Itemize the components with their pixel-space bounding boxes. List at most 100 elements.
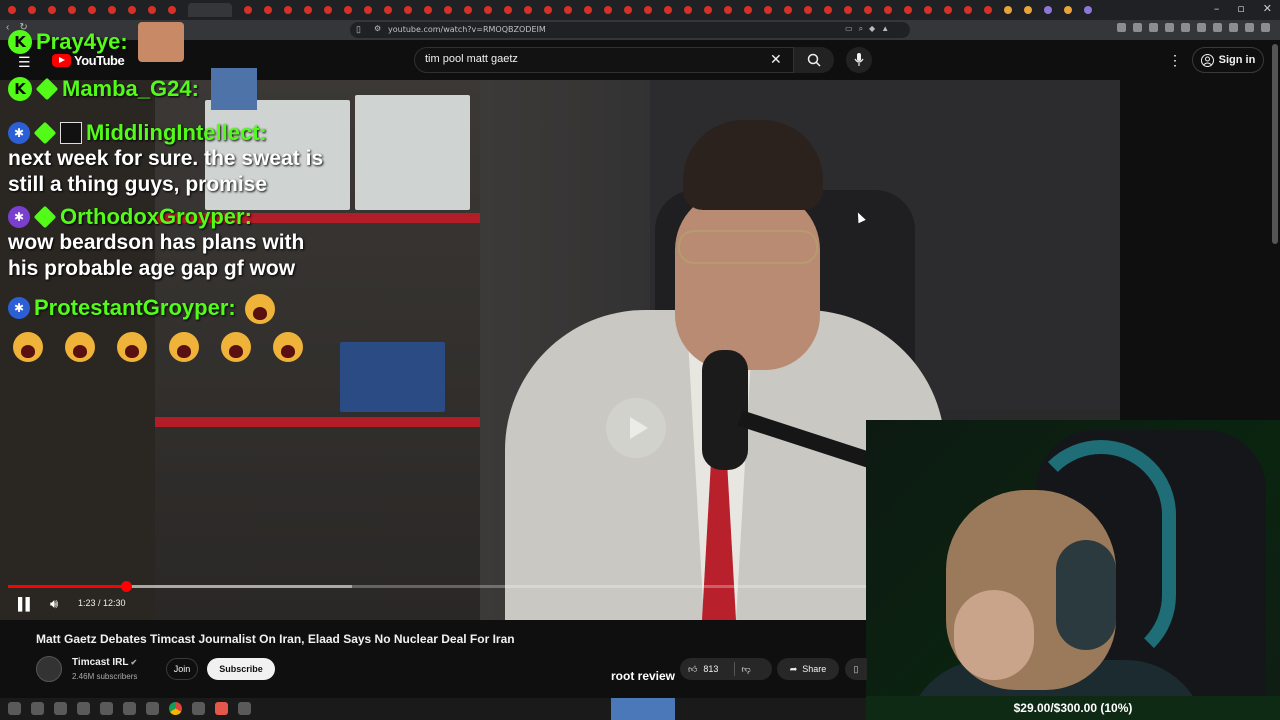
extension-icon[interactable] [1229,23,1238,32]
file-explorer-icon[interactable] [77,702,90,715]
browser-tab[interactable] [168,6,176,14]
browser-tab[interactable] [444,6,452,14]
browser-tab[interactable] [304,6,312,14]
join-button[interactable]: Join [166,658,198,680]
save-icon[interactable]: ▯ [845,658,867,680]
extension-icon[interactable] [1245,23,1254,32]
extension-icon[interactable] [1165,23,1174,32]
channel-name-row[interactable]: Timcast IRL ✔ [72,657,137,668]
browser-tab[interactable] [148,6,156,14]
minimize-button[interactable]: – [1214,2,1220,15]
browser-tab[interactable] [28,6,36,14]
browser-tab[interactable] [364,6,372,14]
browser-tab[interactable] [404,6,412,14]
browser-tab[interactable] [604,6,612,14]
channel-avatar[interactable] [36,656,62,682]
extension-icon[interactable] [1197,23,1206,32]
browser-tab[interactable] [944,6,952,14]
speaker-icon[interactable] [238,702,251,715]
browser-tab[interactable] [784,6,792,14]
browser-tab[interactable] [8,6,16,14]
browser-tab[interactable] [964,6,972,14]
browser-tab[interactable] [484,6,492,14]
like-count[interactable]: 813 [703,664,718,674]
page-scrollbar[interactable] [1272,44,1278,244]
browser-tab[interactable] [1024,6,1032,14]
browser-tab[interactable] [644,6,652,14]
browser-tab[interactable] [48,6,56,14]
zoom-icon[interactable]: ⌕ [859,24,863,34]
browser-tab[interactable] [544,6,552,14]
voice-search-button[interactable] [846,47,872,73]
browser-tab[interactable] [984,6,992,14]
more-options-icon[interactable]: ⋮ [1168,52,1182,69]
browser-tab[interactable] [1044,6,1052,14]
search-query[interactable]: tim pool matt gaetz [425,53,518,65]
browser-tab[interactable] [244,6,252,14]
browser-tab[interactable] [844,6,852,14]
search-icon[interactable] [31,702,44,715]
browser-tab[interactable] [384,6,392,14]
task-view-icon[interactable] [54,702,67,715]
browser-tab[interactable] [624,6,632,14]
app-icon[interactable] [100,702,113,715]
share-button[interactable]: ➦ Share [777,658,839,680]
extension-icon[interactable] [1261,23,1270,32]
browser-tab[interactable] [344,6,352,14]
browser-tab[interactable] [904,6,912,14]
sign-in-button[interactable]: Sign in [1192,47,1264,73]
windows-start-icon[interactable] [8,702,21,715]
browser-tab[interactable] [564,6,572,14]
extension-icon[interactable] [1149,23,1158,32]
extension-icon[interactable] [1117,23,1126,32]
brave-icon[interactable] [215,702,228,715]
app-icon[interactable] [192,702,205,715]
browser-tab[interactable] [284,6,292,14]
browser-tab[interactable] [764,6,772,14]
warning-icon[interactable]: ▲ [881,24,889,34]
browser-tab[interactable] [664,6,672,14]
browser-tab[interactable] [884,6,892,14]
search-button[interactable] [794,47,834,73]
browser-tab[interactable] [264,6,272,14]
play-icon[interactable] [606,398,666,458]
install-icon[interactable]: ▭ [845,24,853,34]
browser-tab[interactable] [504,6,512,14]
scrubber-handle[interactable] [120,581,132,592]
browser-tab[interactable] [864,6,872,14]
browser-tab[interactable] [324,6,332,14]
browser-tab[interactable] [1004,6,1012,14]
steam-icon[interactable] [146,702,159,715]
url-field[interactable]: youtube.com/watch?v=RMOQBZODEIM [350,22,910,38]
channel-name[interactable]: Timcast IRL [72,657,129,668]
dislike-icon[interactable]: 👎︎ [741,664,750,675]
browser-tab[interactable] [924,6,932,14]
browser-tab[interactable] [684,6,692,14]
extension-icon[interactable] [1213,23,1222,32]
close-window-button[interactable]: ✕ [1263,2,1272,15]
browser-tab[interactable] [744,6,752,14]
browser-tab[interactable] [68,6,76,14]
bookmark-icon[interactable]: ▯ [356,24,361,35]
app-icon[interactable] [123,702,136,715]
like-icon[interactable]: 👍︎ [688,664,697,675]
browser-tab[interactable] [1064,6,1072,14]
chrome-icon[interactable] [169,702,182,715]
subscribe-button[interactable]: Subscribe [207,658,275,680]
extension-icon[interactable] [1133,23,1142,32]
browser-tab[interactable] [128,6,136,14]
browser-tab[interactable] [804,6,812,14]
browser-tab[interactable] [724,6,732,14]
volume-icon[interactable]: 🔊︎ [50,596,58,612]
extension-icon[interactable] [1181,23,1190,32]
browser-tab[interactable] [88,6,96,14]
browser-tab[interactable] [464,6,472,14]
site-info-icon[interactable]: ⚙ [374,24,381,33]
browser-tab[interactable] [704,6,712,14]
close-icon[interactable]: ✕ [770,51,782,68]
browser-tab-active[interactable] [188,3,232,17]
maximize-button[interactable]: ▫ [1237,2,1244,15]
pause-icon[interactable]: ▌▌ [18,597,34,611]
browser-tab[interactable] [524,6,532,14]
browser-tab[interactable] [424,6,432,14]
